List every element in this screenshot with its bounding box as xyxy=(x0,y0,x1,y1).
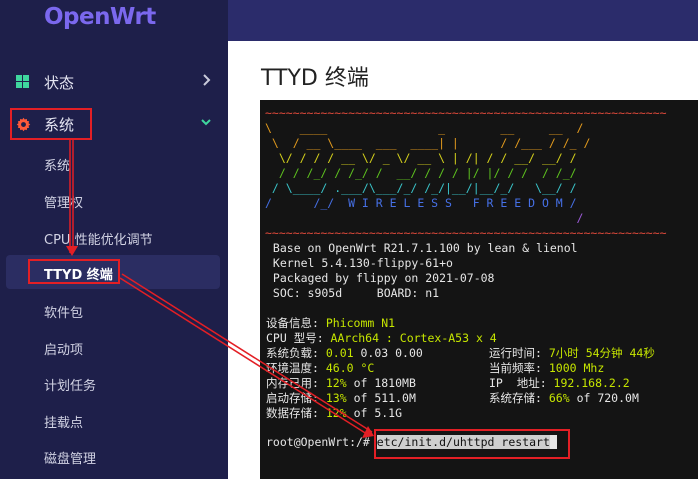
annotation-box-command xyxy=(374,429,570,459)
banner-line: / /_/ W I R E L E S S F R E E D O M / xyxy=(265,196,577,210)
page-title: TTYD 终端 xyxy=(261,66,369,91)
terminal-prompt: root@OpenWrt:/# xyxy=(266,435,377,449)
sidebar-item-admin[interactable]: 管理权 xyxy=(0,183,228,217)
stat-row: 内存已用: 12% of 1810MB xyxy=(266,376,416,390)
stat-row: 设备信息: Phicomm N1 xyxy=(266,316,396,330)
sidebar: OpenWrt 状态 系统 系统 管理权 CPU 性能优化调节 TTYD 终端 … xyxy=(0,0,228,479)
sidebar-item-system[interactable]: 系统 xyxy=(0,146,228,180)
stat-row: 当前频率: 1000 Mhz xyxy=(489,361,605,375)
info-line: Packaged by flippy on 2021-07-08 xyxy=(266,271,495,285)
sidebar-item-startup[interactable]: 启动项 xyxy=(0,330,228,364)
annotation-box-system xyxy=(10,108,92,140)
info-line: SOC: s905d BOARD: n1 xyxy=(266,286,440,300)
banner-line: / \____/ .___/\___/_/ /_/|__/|__/_/ \__/… xyxy=(265,181,577,195)
terminal-tilde-line-top: ~~~~~~~~~~~~~~~~~~~~~~~~~~~~~~~~~~~~~~~~… xyxy=(265,106,667,120)
top-header-bar xyxy=(228,0,698,41)
stat-row: 启动存储: 13% of 511.0M xyxy=(266,391,416,405)
banner-line: \ / __ \____ ___ ____| | / /___ / /_ / xyxy=(265,136,591,150)
banner-line: \ ____ _ __ __ / xyxy=(265,121,584,135)
stat-row: 系统负载: 0.01 0.03 0.00 xyxy=(266,346,423,360)
sidebar-item-mount-points[interactable]: 挂载点 xyxy=(0,403,228,437)
terminal-window[interactable]: ~~~~~~~~~~~~~~~~~~~~~~~~~~~~~~~~~~~~~~~~… xyxy=(260,100,698,479)
info-line: Kernel 5.4.130-flippy-61+o xyxy=(266,256,453,270)
nav-status[interactable]: 状态 xyxy=(0,66,228,98)
sidebar-item-cpu-tuning[interactable]: CPU 性能优化调节 xyxy=(0,220,228,254)
terminal-tilde-line-bottom: ~~~~~~~~~~~~~~~~~~~~~~~~~~~~~~~~~~~~~~~~… xyxy=(265,226,667,240)
stat-row: 运行时间: 7小时 54分钟 44秒 xyxy=(489,346,655,360)
stat-row: 系统存储: 66% of 720.0M xyxy=(489,391,639,405)
annotation-box-ttyd xyxy=(28,259,120,284)
info-line: Base on OpenWrt R21.7.1.100 by lean & li… xyxy=(266,241,578,255)
sidebar-item-packages[interactable]: 软件包 xyxy=(0,293,228,327)
status-grid-icon xyxy=(16,75,29,88)
banner-line: / xyxy=(265,211,584,225)
chevron-down-icon xyxy=(200,112,212,136)
chevron-right-icon xyxy=(202,70,212,94)
sidebar-item-scheduled-tasks[interactable]: 计划任务 xyxy=(0,366,228,400)
stat-row: IP 地址: 192.168.2.2 xyxy=(489,376,630,390)
banner-line: / / /_/ / /_/ / __/ / / / |/ |/ / / / /_… xyxy=(265,166,577,180)
sidebar-item-disk-management[interactable]: 磁盘管理 xyxy=(0,439,228,473)
app-logo[interactable]: OpenWrt xyxy=(44,4,156,30)
stat-row: 数据存储: 12% of 5.1G xyxy=(266,406,403,420)
stat-row: CPU 型号: AArch64 : Cortex-A53 x 4 xyxy=(266,331,497,345)
nav-status-label: 状态 xyxy=(44,74,75,92)
banner-line: \/ / / / __ \/ _ \/ __ \ | /| / / __/ __… xyxy=(265,151,577,165)
stat-row: 环境温度: 46.0 °C xyxy=(266,361,375,375)
